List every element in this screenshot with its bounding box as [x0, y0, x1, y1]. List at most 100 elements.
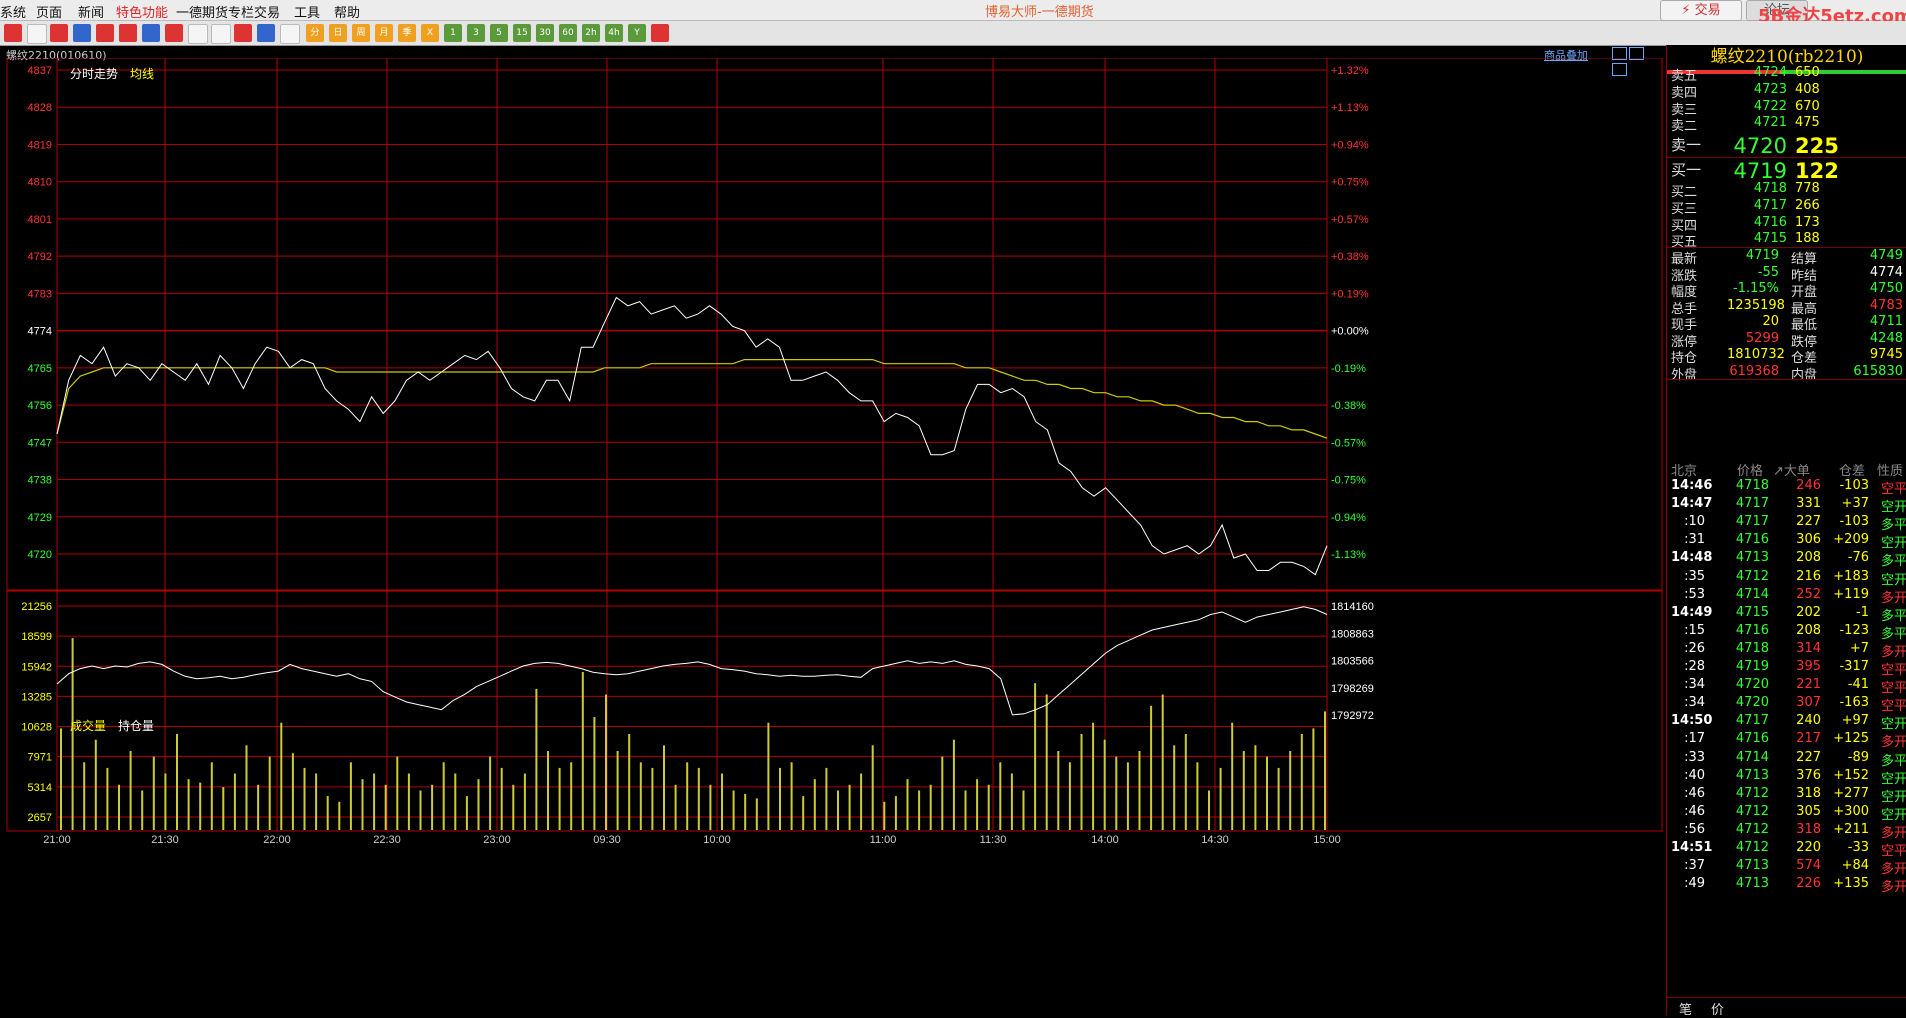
tick-price: 4718: [1735, 640, 1769, 656]
menu-item-0[interactable]: 系统: [0, 2, 26, 21]
pen-icon[interactable]: [165, 24, 183, 42]
volume-bar: [1068, 762, 1071, 830]
tick-header-diff: 仓差: [1839, 464, 1866, 479]
bid-volume: 173: [1795, 215, 1820, 230]
tick-nature: 空开: [1880, 807, 1906, 823]
save-icon[interactable]: [50, 24, 68, 42]
2h-icon[interactable]: 2h: [582, 24, 600, 42]
tick-volume: 252: [1796, 586, 1821, 602]
menu-item-3[interactable]: 特色功能: [116, 2, 168, 21]
volume-bar: [1254, 745, 1257, 830]
list-icon[interactable]: [257, 24, 275, 42]
avg-legend: 均线: [130, 67, 154, 81]
Y-icon[interactable]: Y: [628, 24, 646, 42]
tick-volume: 376: [1796, 767, 1821, 783]
tick-nature: 空平: [1880, 663, 1906, 678]
分-icon[interactable]: 分: [306, 24, 324, 42]
menu-item-5[interactable]: 交易: [254, 2, 280, 21]
zoom-out-icon[interactable]: [119, 24, 137, 42]
volume-legend: 成交量: [70, 718, 106, 733]
tick-oi-diff: +119: [1833, 586, 1869, 602]
volume-bar: [1010, 773, 1013, 830]
volume-bar: [152, 756, 155, 830]
menu-item-4[interactable]: 一德期货专栏: [176, 2, 254, 21]
volume-bar: [396, 756, 399, 830]
volume-bar: [1184, 734, 1187, 830]
menu-item-6[interactable]: 工具: [294, 2, 320, 21]
zoom-in-icon[interactable]: [96, 24, 114, 42]
menu-item-2[interactable]: 新闻: [78, 2, 104, 21]
window-icon[interactable]: [142, 24, 160, 42]
tick-price: 4713: [1735, 550, 1769, 566]
tick-nature: 空平: [1880, 681, 1906, 697]
tick-time: :17: [1684, 731, 1705, 747]
ask-volume: 650: [1795, 65, 1820, 80]
volume-bar: [732, 790, 735, 830]
trade-button[interactable]: ⚡ 交易: [1660, 0, 1742, 21]
volume-bar: [941, 756, 944, 830]
chart-icon[interactable]: [280, 24, 300, 44]
tick-row[interactable]: :49 4713 226 +135 多开: [1667, 876, 1906, 897]
volume-bar: [419, 790, 422, 830]
tab-prices[interactable]: 价: [1711, 999, 1724, 1018]
pct-tick-label: -0.19%: [1331, 363, 1366, 375]
30-icon[interactable]: 30: [536, 24, 554, 42]
bid-price: 4716: [1753, 215, 1787, 230]
季-icon[interactable]: 季: [398, 24, 416, 42]
tick-price: 4718: [1735, 478, 1769, 493]
tick-header-time: 北京: [1671, 464, 1698, 479]
tick-volume: 574: [1796, 858, 1821, 874]
price-tick-label: 4792: [28, 251, 52, 263]
volume-bar: [790, 762, 793, 830]
refresh-icon[interactable]: [73, 24, 91, 42]
1-icon[interactable]: 1: [444, 24, 462, 42]
X-icon[interactable]: X: [421, 24, 439, 42]
volume-bar: [326, 796, 329, 830]
volume-bar: [1208, 790, 1210, 830]
60-icon[interactable]: 60: [559, 24, 577, 42]
tab-trades[interactable]: 笔: [1679, 999, 1692, 1018]
日-icon[interactable]: 日: [329, 24, 347, 42]
15-icon[interactable]: 15: [513, 24, 531, 42]
tick-volume: 246: [1796, 478, 1821, 493]
pct-tick-label: +0.57%: [1331, 214, 1369, 226]
volume-bar: [1266, 756, 1268, 830]
周-icon[interactable]: 周: [352, 24, 370, 42]
5-icon[interactable]: 5: [490, 24, 508, 42]
tick-price: 4717: [1735, 514, 1769, 530]
alert-icon[interactable]: [234, 24, 252, 42]
tick-price: 4716: [1735, 622, 1769, 638]
volume-bar: [106, 767, 109, 830]
quote-value: 619368: [1729, 363, 1779, 379]
filter-icon[interactable]: [211, 24, 231, 44]
home-icon[interactable]: [4, 24, 22, 42]
volume-bar: [755, 798, 758, 830]
tick-oi-diff: +37: [1841, 496, 1869, 512]
open-icon[interactable]: [27, 24, 47, 44]
menu-item-7[interactable]: 帮助: [334, 2, 360, 21]
4h-icon[interactable]: 4h: [605, 24, 623, 42]
menu-item-1[interactable]: 页面: [36, 2, 62, 21]
volume-bar: [1219, 767, 1222, 830]
price-tick-label: 4783: [28, 288, 52, 300]
price-tick-label: 4738: [28, 475, 52, 487]
3-icon[interactable]: 3: [467, 24, 485, 42]
volume-bar: [860, 773, 863, 830]
tick-volume: 220: [1796, 840, 1821, 855]
tick-oi-diff: +183: [1833, 568, 1869, 584]
quote-value: 4774: [1869, 264, 1903, 280]
eraser-icon[interactable]: [188, 24, 208, 44]
time-label: 21:30: [151, 834, 179, 846]
quote-value: 20: [1762, 314, 1779, 329]
oi-tick-label: 1798269: [1331, 683, 1374, 695]
pct-tick-label: +1.32%: [1331, 65, 1369, 77]
月-icon[interactable]: 月: [375, 24, 393, 42]
quote-value: 4711: [1869, 314, 1903, 329]
calc-icon[interactable]: [651, 24, 669, 42]
price-tick-label: 4729: [28, 512, 52, 524]
volume-tick-label: 15942: [21, 661, 52, 673]
intraday-chart[interactable]: 4837 4828 4819 4810 4801 4792 4783 4774 4765 4756…: [0, 58, 1664, 1015]
volume-bar: [83, 762, 86, 830]
bid-volume: 188: [1795, 231, 1820, 246]
quote-value: 4719: [1745, 248, 1779, 263]
